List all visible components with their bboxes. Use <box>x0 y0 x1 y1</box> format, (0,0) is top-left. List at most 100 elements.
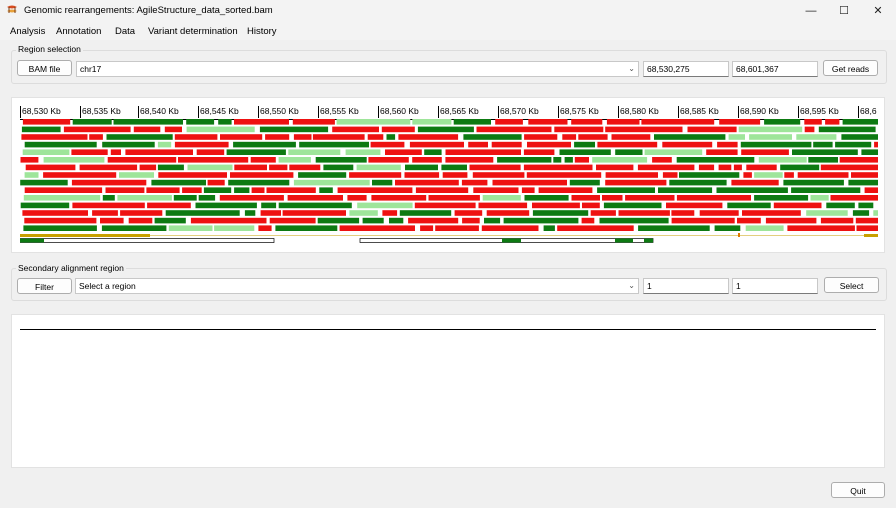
read-segment <box>186 126 255 133</box>
read-segment <box>287 195 343 201</box>
chromosome-value: chr17 <box>80 64 102 74</box>
read-segment <box>526 172 602 178</box>
read-segment <box>796 134 837 140</box>
menu-data[interactable]: Data <box>115 26 135 37</box>
read-segment <box>699 210 739 216</box>
read-segment <box>428 195 480 201</box>
menu-analysis[interactable]: Analysis <box>10 26 45 37</box>
read-segment <box>792 149 858 155</box>
result-panel <box>11 314 885 468</box>
read-segment <box>618 210 670 216</box>
secondary-end-field[interactable]: 1 <box>732 278 818 294</box>
secondary-start-field[interactable]: 1 <box>643 278 729 294</box>
read-segment <box>473 187 519 193</box>
ruler-tick: 68,545 Kb <box>198 106 239 118</box>
coverage-strip <box>864 234 878 237</box>
read-segment <box>312 134 365 140</box>
read-segment <box>278 202 352 209</box>
read-segment <box>72 119 112 125</box>
read-segment <box>367 134 384 140</box>
read-segment <box>497 157 552 163</box>
read-segment <box>764 119 801 125</box>
select-button[interactable]: Select <box>824 277 879 293</box>
read-segment <box>453 119 491 125</box>
read-segment <box>606 119 640 125</box>
read-segment <box>698 164 715 171</box>
read-segment <box>864 187 878 193</box>
read-segment <box>63 126 131 133</box>
read-segment <box>743 172 752 178</box>
read-segment <box>528 119 568 125</box>
read-segment <box>592 157 648 163</box>
reads-view[interactable]: 68,530 Kb 68,535 Kb 68,540 Kb 68,545 Kb … <box>11 97 885 253</box>
read-segment <box>293 179 370 186</box>
menu-variant-determination[interactable]: Variant determination <box>148 26 238 37</box>
read-segment <box>658 187 713 193</box>
quit-button[interactable]: Quit <box>831 482 885 498</box>
read-segment <box>671 217 735 224</box>
bam-file-button[interactable]: BAM file <box>17 60 72 76</box>
end-position-field[interactable]: 68,601,367 <box>732 61 818 77</box>
paired-read-segment <box>502 238 521 243</box>
read-segment <box>337 187 413 193</box>
ruler-tick: 68,550 Kb <box>258 106 299 118</box>
read-segment <box>574 141 595 148</box>
read-segment <box>120 210 163 216</box>
read-segment <box>491 141 522 148</box>
read-segment <box>368 157 409 163</box>
read-segment <box>259 126 329 133</box>
get-reads-button[interactable]: Get reads <box>823 60 878 76</box>
menu-history[interactable]: History <box>247 26 277 37</box>
read-segment <box>596 164 634 171</box>
close-button[interactable]: ✕ <box>861 0 895 22</box>
secondary-region-select[interactable]: Select a region ⌄ <box>75 278 639 294</box>
read-segment <box>841 134 878 140</box>
menu-annotation[interactable]: Annotation <box>56 26 101 37</box>
ruler-tick: 68,575 Kb <box>558 106 599 118</box>
read-segment <box>399 210 452 216</box>
read-segment <box>371 195 427 201</box>
read-segment <box>71 179 147 186</box>
read-segment <box>398 134 459 140</box>
read-segment <box>532 202 580 209</box>
maximize-button[interactable]: ☐ <box>827 0 861 22</box>
read-segment <box>671 210 695 216</box>
read-segment <box>569 179 600 186</box>
read-segment <box>581 217 595 224</box>
read-alignments[interactable] <box>20 119 878 249</box>
read-segment <box>742 210 801 216</box>
read-segment <box>349 210 378 216</box>
read-segment <box>468 141 488 148</box>
read-segment <box>105 187 145 193</box>
read-segment <box>835 141 872 148</box>
read-segment <box>20 179 68 186</box>
chevron-down-icon: ⌄ <box>628 281 635 290</box>
read-segment <box>523 164 593 171</box>
read-segment <box>484 217 501 224</box>
genomic-ruler: 68,530 Kb 68,535 Kb 68,540 Kb 68,545 Kb … <box>20 106 878 120</box>
minimize-button[interactable]: — <box>794 0 828 22</box>
read-segment <box>830 195 878 201</box>
read-segment <box>20 202 70 209</box>
start-position-field[interactable]: 68,530,275 <box>643 61 729 77</box>
read-segment <box>615 149 643 155</box>
read-segment <box>478 202 528 209</box>
read-segment <box>818 126 876 133</box>
read-segment <box>174 141 229 148</box>
read-segment <box>269 164 288 171</box>
read-segment <box>495 119 523 125</box>
read-segment <box>117 195 172 201</box>
read-segment <box>220 134 263 140</box>
read-segment <box>780 164 820 171</box>
filter-button[interactable]: Filter <box>17 278 72 294</box>
read-segment <box>706 149 738 155</box>
read-segment <box>154 217 186 224</box>
read-segment <box>101 225 167 231</box>
chromosome-select[interactable]: chr17 ⌄ <box>76 61 639 77</box>
read-segment <box>23 225 97 231</box>
read-segment <box>412 119 452 125</box>
read-segment <box>158 172 227 178</box>
read-segment <box>746 164 777 171</box>
paired-read-segment <box>20 238 44 243</box>
read-segment <box>848 179 878 186</box>
